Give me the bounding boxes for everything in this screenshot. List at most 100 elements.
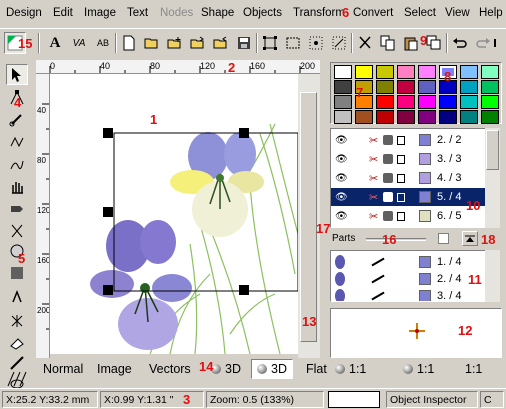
import-folder-icon[interactable] <box>187 32 209 54</box>
visibility-eye-icon[interactable]: 👁 <box>335 154 348 165</box>
scissors-icon[interactable]: ✂ <box>369 210 378 223</box>
menu-objects[interactable]: Objects <box>243 7 282 19</box>
lock-icon[interactable] <box>397 211 405 221</box>
color-swatch[interactable] <box>334 110 352 124</box>
freehand-icon[interactable] <box>6 154 28 175</box>
parts-checkbox[interactable] <box>438 233 449 244</box>
visibility-eye-icon[interactable]: 👁 <box>335 173 348 184</box>
stitch-type-icon[interactable] <box>383 211 393 221</box>
part-row[interactable]: 1. / 4 <box>331 253 486 271</box>
tab-ratio-1[interactable]: 1:1 <box>330 359 371 379</box>
text-on-path-button[interactable]: VA <box>68 32 90 54</box>
menu-image[interactable]: Image <box>84 7 116 19</box>
layer-row[interactable]: 👁 ✂ 2. / 2 <box>331 131 486 149</box>
color-swatch[interactable] <box>481 80 499 94</box>
object-list-scrollbar[interactable] <box>485 128 500 228</box>
color-swatch[interactable] <box>355 110 373 124</box>
fill-style-icon[interactable] <box>6 286 28 307</box>
new-document-icon[interactable] <box>118 32 140 54</box>
color-swatch[interactable] <box>481 95 499 109</box>
layer-row[interactable]: 👁 ✂ 3. / 3 <box>331 150 486 168</box>
part-row[interactable]: 3. / 4 <box>331 287 486 301</box>
tab-image[interactable]: Image <box>92 359 137 379</box>
visibility-eye-icon[interactable]: 👁 <box>335 135 348 146</box>
scissors-icon[interactable]: ✂ <box>369 134 378 147</box>
open-add-icon[interactable] <box>164 32 186 54</box>
color-swatch[interactable] <box>334 95 352 109</box>
color-swatch[interactable] <box>418 80 436 94</box>
visibility-eye-icon[interactable]: 👁 <box>335 211 348 222</box>
lock-icon[interactable] <box>397 173 405 183</box>
paste-icon[interactable] <box>400 32 422 54</box>
tab-3d-right[interactable]: 3D <box>251 359 293 379</box>
layer-row[interactable]: 👁 ✂ 4. / 3 <box>331 169 486 187</box>
color-swatch[interactable] <box>481 65 499 79</box>
tab-ratio-3[interactable]: 1:1 <box>460 359 487 379</box>
part-row[interactable]: 2. / 4 <box>331 270 486 288</box>
color-swatch[interactable] <box>460 65 478 79</box>
fit-page-icon[interactable] <box>259 32 281 54</box>
color-swatch[interactable] <box>439 95 457 109</box>
eraser-icon[interactable] <box>6 332 28 353</box>
menu-text[interactable]: Text <box>127 7 148 19</box>
color-swatch[interactable] <box>376 65 394 79</box>
lock-icon[interactable] <box>397 192 405 202</box>
menu-convert[interactable]: Convert <box>353 7 393 19</box>
text-tool-button[interactable]: A <box>44 32 66 54</box>
toolbar-overflow-icon[interactable] <box>492 32 504 54</box>
color-swatch[interactable] <box>418 95 436 109</box>
parts-list-scrollbar[interactable] <box>485 250 500 302</box>
tab-flat[interactable]: Flat <box>301 359 332 379</box>
stitch-tool-icon[interactable] <box>6 131 28 152</box>
color-swatch[interactable] <box>376 110 394 124</box>
color-swatch[interactable] <box>376 80 394 94</box>
menu-design[interactable]: Design <box>6 7 42 19</box>
cross-stitch-icon[interactable] <box>6 310 28 331</box>
menu-select[interactable]: Select <box>404 7 436 19</box>
fill-shape-icon[interactable] <box>6 198 28 219</box>
parts-collapse-button[interactable] <box>462 231 478 246</box>
scroll-thumb[interactable] <box>300 92 317 342</box>
stitch-type-icon[interactable] <box>383 192 393 202</box>
color-swatch[interactable] <box>460 80 478 94</box>
color-swatch[interactable] <box>460 110 478 124</box>
color-swatch[interactable] <box>397 95 415 109</box>
menu-edit[interactable]: Edit <box>53 7 73 19</box>
layer-row[interactable]: 👁 ✂ 5. / 4 <box>331 188 486 206</box>
lock-icon[interactable] <box>397 154 405 164</box>
visibility-eye-icon[interactable]: 👁 <box>335 192 348 203</box>
color-swatch[interactable] <box>460 95 478 109</box>
scissors-icon[interactable]: ✂ <box>369 153 378 166</box>
menu-view[interactable]: View <box>445 7 470 19</box>
redo-icon[interactable] <box>472 32 494 54</box>
stitch-type-icon[interactable] <box>383 135 393 145</box>
deselect-icon[interactable] <box>328 32 350 54</box>
color-swatch[interactable] <box>376 95 394 109</box>
color-swatch[interactable] <box>481 110 499 124</box>
tab-normal[interactable]: Normal <box>38 359 88 379</box>
color-swatch[interactable] <box>439 110 457 124</box>
vertical-text-button[interactable]: AB <box>92 32 114 54</box>
color-swatch[interactable] <box>355 65 373 79</box>
color-swatch[interactable] <box>334 65 352 79</box>
tab-ratio-2[interactable]: 1:1 <box>398 359 439 379</box>
pen-tool-icon[interactable] <box>6 108 28 129</box>
lock-icon[interactable] <box>397 135 405 145</box>
menu-transform[interactable]: Transform <box>293 7 345 19</box>
open-folder-icon[interactable] <box>141 32 163 54</box>
select-arrow-icon[interactable] <box>6 64 28 85</box>
color-swatch[interactable] <box>418 110 436 124</box>
select-nodes-icon[interactable] <box>305 32 327 54</box>
undo-icon[interactable] <box>449 32 471 54</box>
satin-tool-icon[interactable] <box>6 220 28 241</box>
layer-row[interactable]: 👁 ✂ 6. / 5 <box>331 207 486 225</box>
stitch-type-icon[interactable] <box>383 154 393 164</box>
menu-shape[interactable]: Shape <box>201 7 234 19</box>
scissors-icon[interactable]: ✂ <box>369 191 378 204</box>
copy-icon[interactable] <box>377 32 399 54</box>
color-swatch[interactable] <box>397 110 415 124</box>
save-disk-icon[interactable] <box>233 32 255 54</box>
color-swatch[interactable] <box>418 65 436 79</box>
color-swatch[interactable] <box>397 65 415 79</box>
color-swatch[interactable] <box>334 80 352 94</box>
